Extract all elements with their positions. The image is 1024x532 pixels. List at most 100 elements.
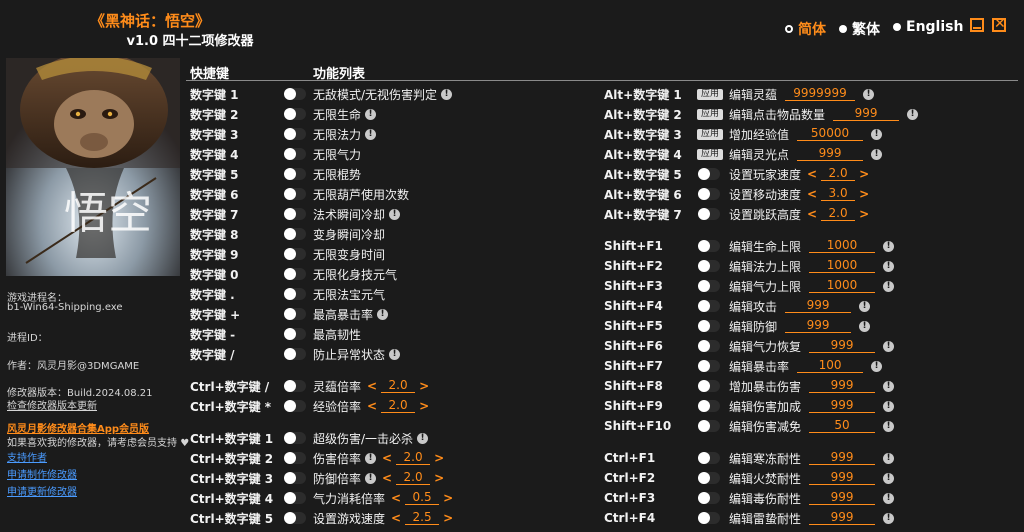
info-icon[interactable]: !: [389, 348, 401, 360]
lang-option-traditional[interactable]: 繁体: [839, 19, 880, 39]
decrease-arrow-icon[interactable]: <: [382, 451, 392, 465]
value-input[interactable]: 999: [785, 299, 852, 313]
info-icon[interactable]: !: [441, 88, 453, 100]
decrease-arrow-icon[interactable]: <: [382, 471, 392, 485]
value-field[interactable]: 2.0: [821, 167, 856, 181]
value-input[interactable]: 9999999: [785, 87, 856, 101]
increase-arrow-icon[interactable]: >: [859, 187, 869, 201]
toggle-switch[interactable]: [284, 128, 306, 140]
value-field[interactable]: 2.0: [396, 451, 431, 465]
value-field[interactable]: 2.0: [821, 207, 856, 221]
info-icon[interactable]: !: [883, 380, 895, 392]
decrease-arrow-icon[interactable]: <: [367, 399, 377, 413]
increase-arrow-icon[interactable]: >: [434, 451, 444, 465]
toggle-switch[interactable]: [698, 280, 720, 292]
info-icon[interactable]: !: [907, 108, 919, 120]
value-input[interactable]: 999: [833, 107, 900, 121]
info-icon[interactable]: !: [883, 340, 895, 352]
decrease-arrow-icon[interactable]: <: [807, 187, 817, 201]
info-icon[interactable]: !: [859, 300, 871, 312]
toggle-switch[interactable]: [284, 288, 306, 300]
decrease-arrow-icon[interactable]: <: [391, 511, 401, 525]
value-input[interactable]: 50: [809, 419, 876, 433]
value-input[interactable]: 1000: [809, 239, 876, 253]
info-icon[interactable]: !: [365, 108, 377, 120]
info-icon[interactable]: !: [377, 308, 389, 320]
increase-arrow-icon[interactable]: >: [859, 167, 869, 181]
toggle-switch[interactable]: [284, 108, 306, 120]
decrease-arrow-icon[interactable]: <: [391, 491, 401, 505]
value-input[interactable]: 999: [809, 491, 876, 505]
info-icon[interactable]: !: [871, 128, 883, 140]
toggle-switch[interactable]: [284, 432, 306, 444]
value-field[interactable]: 0.5: [405, 491, 440, 505]
toggle-switch[interactable]: [698, 340, 720, 352]
value-input[interactable]: 999: [809, 339, 876, 353]
info-icon[interactable]: !: [883, 240, 895, 252]
toggle-switch[interactable]: [284, 492, 306, 504]
minimize-button[interactable]: [970, 18, 984, 32]
value-field[interactable]: 2.0: [381, 379, 416, 393]
support-author-link[interactable]: 支持作者: [7, 449, 47, 464]
request-update-link[interactable]: 申请更新修改器: [7, 483, 77, 498]
toggle-switch[interactable]: [698, 360, 720, 372]
increase-arrow-icon[interactable]: >: [443, 491, 453, 505]
increase-arrow-icon[interactable]: >: [419, 399, 429, 413]
close-button[interactable]: ✕: [992, 17, 1006, 32]
info-icon[interactable]: !: [871, 148, 883, 160]
toggle-switch[interactable]: [284, 400, 306, 412]
decrease-arrow-icon[interactable]: <: [807, 207, 817, 221]
info-icon[interactable]: !: [883, 492, 895, 504]
apply-button[interactable]: 应用: [697, 89, 723, 100]
info-icon[interactable]: !: [883, 512, 895, 524]
apply-button[interactable]: 应用: [697, 109, 723, 120]
toggle-switch[interactable]: [698, 188, 720, 200]
value-input[interactable]: 1000: [809, 279, 876, 293]
info-icon[interactable]: !: [417, 432, 429, 444]
toggle-switch[interactable]: [698, 208, 720, 220]
info-icon[interactable]: !: [871, 360, 883, 372]
info-icon[interactable]: !: [883, 472, 895, 484]
apply-button[interactable]: 应用: [697, 129, 723, 140]
decrease-arrow-icon[interactable]: <: [807, 167, 817, 181]
increase-arrow-icon[interactable]: >: [443, 511, 453, 525]
value-field[interactable]: 2.0: [381, 399, 416, 413]
info-icon[interactable]: !: [883, 280, 895, 292]
toggle-switch[interactable]: [284, 472, 306, 484]
value-field[interactable]: 3.0: [821, 187, 856, 201]
toggle-switch[interactable]: [698, 420, 720, 432]
value-input[interactable]: 999: [785, 319, 852, 333]
value-field[interactable]: 2.5: [405, 511, 440, 525]
toggle-switch[interactable]: [284, 380, 306, 392]
info-icon[interactable]: !: [365, 128, 377, 140]
info-icon[interactable]: !: [863, 88, 875, 100]
toggle-switch[interactable]: [284, 208, 306, 220]
request-trainer-link[interactable]: 申请制作修改器: [7, 466, 77, 481]
check-update-link[interactable]: 检查修改器版本更新: [7, 397, 97, 412]
toggle-switch[interactable]: [284, 168, 306, 180]
value-input[interactable]: 999: [809, 399, 876, 413]
toggle-switch[interactable]: [698, 380, 720, 392]
apply-button[interactable]: 应用: [697, 149, 723, 160]
toggle-switch[interactable]: [284, 512, 306, 524]
toggle-switch[interactable]: [698, 320, 720, 332]
toggle-switch[interactable]: [284, 88, 306, 100]
info-icon[interactable]: !: [883, 400, 895, 412]
toggle-switch[interactable]: [284, 268, 306, 280]
value-input[interactable]: 999: [809, 379, 876, 393]
toggle-switch[interactable]: [284, 328, 306, 340]
decrease-arrow-icon[interactable]: <: [367, 379, 377, 393]
value-input[interactable]: 999: [809, 451, 876, 465]
increase-arrow-icon[interactable]: >: [419, 379, 429, 393]
info-icon[interactable]: !: [365, 452, 377, 464]
value-input[interactable]: 50000: [797, 127, 864, 141]
toggle-switch[interactable]: [698, 260, 720, 272]
value-input[interactable]: 999: [809, 511, 876, 525]
increase-arrow-icon[interactable]: >: [859, 207, 869, 221]
toggle-switch[interactable]: [698, 472, 720, 484]
toggle-switch[interactable]: [284, 228, 306, 240]
toggle-switch[interactable]: [284, 248, 306, 260]
info-icon[interactable]: !: [883, 260, 895, 272]
toggle-switch[interactable]: [284, 452, 306, 464]
lang-option-english[interactable]: English: [893, 19, 963, 35]
